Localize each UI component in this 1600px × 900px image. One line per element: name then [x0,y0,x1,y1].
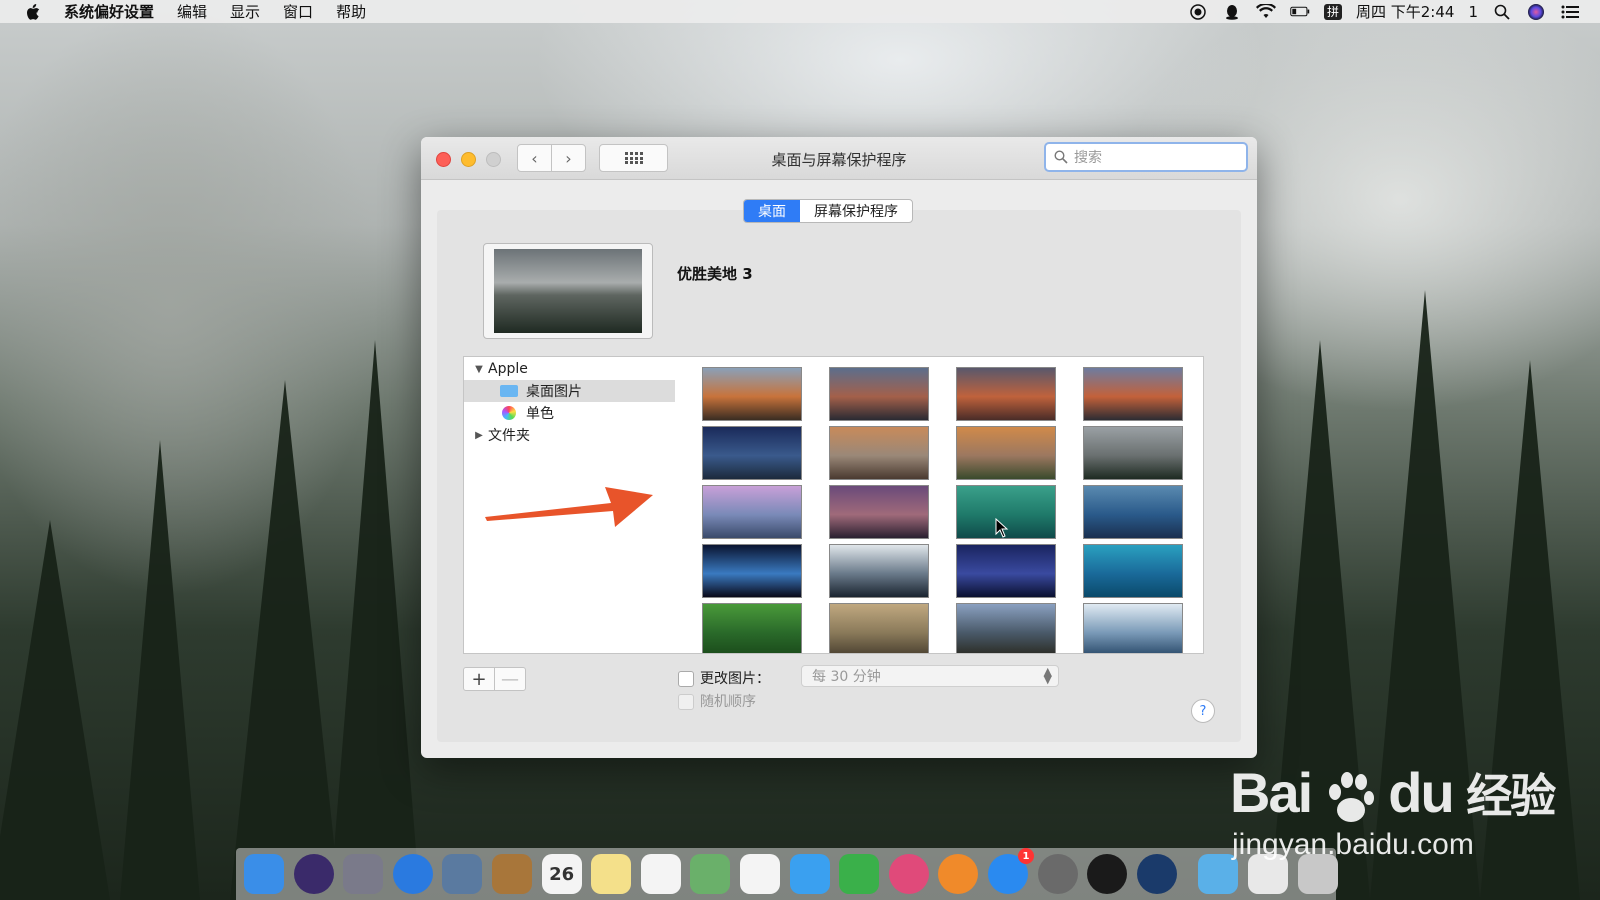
system-preferences-icon[interactable] [1037,854,1078,894]
source-group-apple[interactable]: ▼ Apple [464,358,676,380]
mouse-cursor-icon [995,518,1009,538]
menu-view[interactable]: 显示 [230,1,260,22]
wallpaper-thumbnail-sierra-1[interactable] [702,367,802,421]
quicktime-icon[interactable] [1136,854,1177,894]
wallpaper-thumbnail-ice-river[interactable] [1083,603,1183,653]
wallpaper-thumbnail-mountain-haze[interactable] [956,603,1056,653]
source-group-folders-label: 文件夹 [488,428,530,444]
watermark-suffix: 经验 [1466,770,1556,822]
messages-icon[interactable] [789,854,830,894]
siri-icon[interactable] [293,854,334,894]
finder-icon[interactable] [244,854,284,894]
menu-system-preferences[interactable]: 系统偏好设置 [64,1,154,22]
itunes-icon[interactable] [888,854,929,894]
qq-status-icon[interactable] [1222,4,1242,20]
search-field[interactable]: 搜索 [1044,142,1248,172]
current-picture-name: 优胜美地 3 [677,265,753,283]
change-picture-label: 更改图片： [700,671,770,687]
ibooks-icon[interactable] [938,854,979,894]
paw-logo-icon [1325,772,1375,823]
disclosure-open-icon[interactable]: ▼ [472,364,486,375]
red-arrow-annotation [485,487,653,527]
watermark-url: jingyan.baidu.com [1232,828,1474,861]
wallpaper-thumbnail-earth-night[interactable] [702,544,802,598]
disclosure-closed-icon[interactable]: ▶ [472,430,486,441]
title-bar[interactable]: ‹ › 桌面与屏幕保护程序 搜索 [421,137,1257,180]
photos-icon[interactable] [740,854,780,894]
mail-icon[interactable] [442,854,483,894]
current-picture-preview [483,243,653,339]
wallpaper-thumbnail-foggy-valley[interactable] [829,603,929,653]
wallpaper-thumbnail-half-dome-1[interactable] [829,426,929,480]
menu-edit[interactable]: 编辑 [177,1,207,22]
color-wheel-icon [502,406,516,420]
menubar-counter[interactable]: 1 [1468,3,1478,21]
wallpaper-thumbnail-wave-blue[interactable] [1083,485,1183,539]
wallpaper-thumbnail-el-capitan[interactable] [1083,367,1183,421]
source-item-solid-colors-label: 单色 [526,406,554,422]
wallpaper-thumbnail-half-dome-2[interactable] [956,426,1056,480]
menu-bar: 系统偏好设置 编辑 显示 窗口 帮助 拼 周四 下午2:44 1 [0,0,1600,23]
siri-menubar-icon[interactable] [1526,3,1546,20]
tab-control: 桌面 屏幕保护程序 [743,199,913,223]
source-item-desktop-pictures-label: 桌面图片 [526,384,582,400]
app-store-icon[interactable]: 1 [988,848,1034,894]
watermark-brand-du: du [1388,761,1454,824]
wallpaper-thumbnail-earth-orbit[interactable] [829,544,929,598]
menu-help[interactable]: 帮助 [336,1,366,22]
desktop-screensaver-window: ‹ › 桌面与屏幕保护程序 搜索 桌面 屏幕保护程序 优胜美地 3 ▼ Appl… [421,137,1257,758]
facetime-icon[interactable] [839,854,880,894]
calendar-icon[interactable]: 26 [541,854,582,894]
launchpad-icon[interactable] [343,854,384,894]
search-placeholder: 搜索 [1074,150,1102,166]
wallpaper-thumbnail-water-aerial[interactable] [1083,544,1183,598]
wallpaper-grid [675,356,1204,654]
clock[interactable]: 周四 下午2:44 [1356,1,1454,22]
notes-icon[interactable] [591,854,632,894]
source-group-folders[interactable]: ▶ 文件夹 [464,424,676,446]
add-folder-button[interactable]: + [464,668,494,690]
dock: 26 1 [236,848,1338,900]
remove-folder-button[interactable]: — [494,668,525,690]
random-order-label: 随机顺序 [700,694,756,710]
change-interval-select[interactable]: 每 30 分钟 ▲ ▼ [801,665,1059,687]
menu-window[interactable]: 窗口 [283,1,313,22]
qq-icon[interactable] [1087,854,1128,894]
wallpaper-thumbnail-yosemite-pink[interactable] [702,485,802,539]
change-picture-checkbox[interactable] [678,671,694,687]
wallpaper-thumbnail-green-fields[interactable] [702,603,802,653]
notification-center-icon[interactable] [1560,4,1580,20]
wallpaper-thumbnail-yosemite-3[interactable] [1083,426,1183,480]
spotlight-search-icon[interactable] [1492,4,1512,20]
wallpaper-thumbnail-sierra-2[interactable] [829,367,929,421]
tab-screen-saver[interactable]: 屏幕保护程序 [800,200,912,222]
apple-logo-icon[interactable] [24,3,42,21]
random-order-checkbox[interactable] [678,694,694,710]
search-icon [1054,150,1068,164]
source-item-desktop-pictures[interactable]: 桌面图片 [464,380,676,402]
contacts-icon[interactable] [492,854,532,894]
folder-icon [500,385,518,397]
maps-icon[interactable] [690,854,731,894]
wallpaper-thumbnail-lake-dusk[interactable] [829,485,929,539]
change-interval-value: 每 30 分钟 [812,669,881,685]
source-group-apple-label: Apple [488,361,528,377]
wifi-icon[interactable] [1256,4,1276,20]
battery-icon[interactable] [1290,4,1310,20]
notification-badge: 1 [1018,848,1034,864]
watermark-brand: Bai [1230,761,1313,824]
wallpaper-thumbnail-galaxy[interactable] [956,544,1056,598]
tab-desktop[interactable]: 桌面 [744,200,800,222]
add-remove-buttons: + — [463,667,526,691]
updown-chevron-icon: ▲ ▼ [1043,665,1052,686]
help-button[interactable]: ? [1191,699,1215,723]
reminders-icon[interactable] [640,854,681,894]
wallpaper-thumbnail-sierra-3[interactable] [956,367,1056,421]
screen-record-icon[interactable] [1188,3,1208,20]
safari-icon[interactable] [392,854,433,894]
input-method-icon[interactable]: 拼 [1324,3,1342,20]
source-item-solid-colors[interactable]: 单色 [464,402,676,424]
wallpaper-thumbnail-yosemite-night[interactable] [702,426,802,480]
current-picture-image [494,249,642,333]
